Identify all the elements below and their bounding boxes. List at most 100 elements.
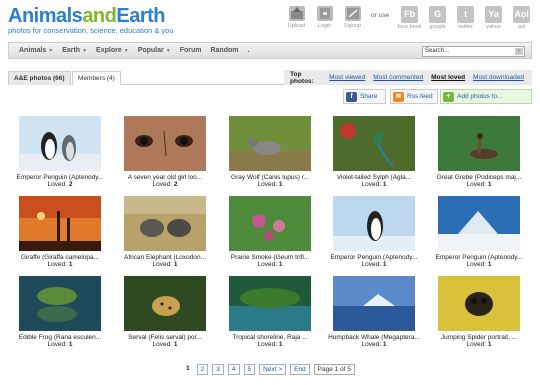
photo-card[interactable]: Jumping Spider portrait, ... Loved: 1	[427, 276, 531, 349]
site-logo[interactable]: AnimalsandEarth photos for conservation,…	[8, 5, 174, 35]
photo-caption[interactable]: Emperor Penguin (Aptenody...	[427, 254, 531, 261]
photo-thumbnail[interactable]	[333, 116, 415, 171]
upload-label: Upload	[287, 23, 306, 29]
photo-thumbnail[interactable]	[229, 276, 311, 331]
photo-thumbnail[interactable]	[229, 196, 311, 251]
or-use-label: or use	[371, 12, 390, 19]
facebook-login[interactable]: Fb face book	[396, 6, 423, 30]
loved-count: Loved: 1	[322, 341, 426, 349]
photo-card[interactable]: Tropical shoreline, Raja ... Loved: 1	[218, 276, 322, 349]
photo-thumbnail[interactable]	[438, 196, 520, 251]
signup-link[interactable]: Signup	[339, 6, 366, 29]
photo-thumbnail[interactable]	[124, 116, 206, 171]
photo-thumbnail[interactable]	[438, 116, 520, 171]
photo-thumbnail[interactable]	[124, 276, 206, 331]
page-1: 1	[183, 364, 193, 375]
nav-forum[interactable]: Forum	[180, 47, 202, 54]
chevron-down-icon: ▼	[82, 48, 88, 54]
photo-card[interactable]: Great Grebe (Podiceps maj... Loved: 1	[427, 116, 531, 189]
loved-value: 2	[173, 181, 178, 188]
tab-photos[interactable]: A&E photos (66)	[8, 71, 71, 85]
next-page-button[interactable]: Next >	[259, 364, 287, 375]
nav-popular[interactable]: Popular ▼	[138, 47, 171, 54]
most-viewed-link[interactable]: Most viewed	[329, 74, 365, 81]
most-downloaded-link[interactable]: Most downloaded	[473, 74, 524, 81]
nav-explore[interactable]: Explore ▼	[96, 47, 129, 54]
main-nav: Animals ▼ Earth ▼ Explore ▼ Popular ▼ Forum …	[8, 42, 532, 59]
photo-caption[interactable]: Giraffe (Giraffa camelopa...	[8, 254, 112, 261]
page-2[interactable]: 2	[196, 364, 209, 375]
photo-caption[interactable]: Tropical shoreline, Raja ...	[218, 334, 322, 341]
share-label: Share	[360, 93, 378, 100]
photo-card[interactable]: Prairie Smoke (Geum trifl... Loved: 1	[218, 196, 322, 269]
photo-caption[interactable]: Emperor Penguin (Aptenody...	[322, 254, 426, 261]
loved-value: 1	[382, 341, 387, 348]
tab-members[interactable]: Members (4)	[72, 71, 121, 85]
chevron-down-icon: ▼	[123, 48, 129, 54]
photo-card[interactable]: African Elephant (Loxodon... Loved: 1	[113, 196, 217, 269]
search-icon[interactable]: ⌕	[515, 48, 523, 55]
rss-feed-button[interactable]: ≋ Rss feed	[390, 89, 438, 104]
photo-thumbnail[interactable]	[229, 116, 311, 171]
photo-caption[interactable]: Prairie Smoke (Geum trifl...	[218, 254, 322, 261]
photo-caption[interactable]: Serval (Felis serval) por...	[113, 334, 217, 341]
photo-thumbnail[interactable]	[19, 196, 101, 251]
photo-thumbnail[interactable]	[438, 276, 520, 331]
photo-card[interactable]: A seven year old girl loo... Loved: 2	[113, 116, 217, 189]
photo-card[interactable]: Giraffe (Giraffa camelopa... Loved: 1	[8, 196, 112, 269]
add-photos-button[interactable]: + Add photos to...	[440, 89, 532, 104]
photo-card[interactable]: Edible Frog (Rana esculen... Loved: 1	[8, 276, 112, 349]
nav-earth[interactable]: Earth ▼	[62, 47, 87, 54]
most-commented-link[interactable]: Most commented	[373, 74, 423, 81]
search-input[interactable]: Search... ⌕	[422, 46, 525, 57]
loved-count: Loved: 1	[427, 261, 531, 269]
most-loved-link[interactable]: Most loved	[431, 74, 465, 81]
twitter-login[interactable]: t twitter	[452, 6, 479, 30]
photo-card[interactable]: Emperor Penguin (Aptenody... Loved: 2	[8, 116, 112, 189]
yahoo-login[interactable]: Ya yahoo	[480, 6, 507, 30]
photo-thumbnail[interactable]	[333, 196, 415, 251]
photo-card[interactable]: Humpback Whale (Megaptera... Loved: 1	[322, 276, 426, 349]
photo-caption[interactable]: Edible Frog (Rana esculen...	[8, 334, 112, 341]
end-page-button[interactable]: End	[290, 364, 310, 375]
aol-login[interactable]: Aol aol	[508, 6, 535, 30]
page-4[interactable]: 4	[227, 364, 240, 375]
nav-animals[interactable]: Animals ▼	[19, 47, 53, 54]
google-login[interactable]: Ggoogle	[424, 6, 451, 30]
search-input-text: Search...	[425, 48, 450, 54]
loved-count: Loved: 2	[113, 181, 217, 189]
photo-card[interactable]: Gray Wolf (Canis lupus) r... Loved: 1	[218, 116, 322, 189]
loved-count: Loved: 1	[427, 341, 531, 349]
page-5[interactable]: 5	[243, 364, 256, 375]
photo-thumbnail[interactable]	[19, 276, 101, 331]
photo-card[interactable]: Emperor Penguin (Aptenody... Loved: 1	[427, 196, 531, 269]
photo-caption[interactable]: A seven year old girl loo...	[113, 174, 217, 181]
photo-caption[interactable]: African Elephant (Loxodon...	[113, 254, 217, 261]
share-button[interactable]: f Share	[343, 89, 386, 104]
photo-caption[interactable]: Gray Wolf (Canis lupus) r...	[218, 174, 322, 181]
login-link[interactable]: Login	[311, 6, 338, 29]
signup-label: Signup	[343, 23, 362, 29]
loved-count: Loved: 1	[322, 181, 426, 189]
photo-thumbnail[interactable]	[333, 276, 415, 331]
photo-caption[interactable]: Jumping Spider portrait, ...	[427, 334, 531, 341]
loved-count: Loved: 1	[8, 341, 112, 349]
photo-card[interactable]: Violet-tailed Sylph (Agla... Loved: 1	[322, 116, 426, 189]
login-label: Login	[317, 23, 332, 29]
photo-caption[interactable]: Violet-tailed Sylph (Agla...	[322, 174, 426, 181]
photo-thumbnail[interactable]	[124, 196, 206, 251]
loved-value: 1	[68, 341, 73, 348]
photo-card[interactable]: Emperor Penguin (Aptenody... Loved: 1	[322, 196, 426, 269]
upload-link[interactable]: Upload	[283, 6, 310, 29]
photo-caption[interactable]: Emperor Penguin (Aptenody...	[8, 174, 112, 181]
nav-random[interactable]: Random	[210, 47, 238, 54]
rss-icon: ≋	[393, 92, 404, 102]
photo-caption[interactable]: Great Grebe (Podiceps maj...	[427, 174, 531, 181]
loved-label: Loved:	[47, 341, 68, 348]
page-3[interactable]: 3	[212, 364, 224, 375]
photo-caption[interactable]: Humpback Whale (Megaptera...	[322, 334, 426, 341]
photo-card[interactable]: Serval (Felis serval) por... Loved: 1	[113, 276, 217, 349]
page-info: Page 1 of 5	[313, 364, 355, 375]
photo-thumbnail[interactable]	[19, 116, 101, 171]
loved-label: Loved:	[466, 341, 487, 348]
